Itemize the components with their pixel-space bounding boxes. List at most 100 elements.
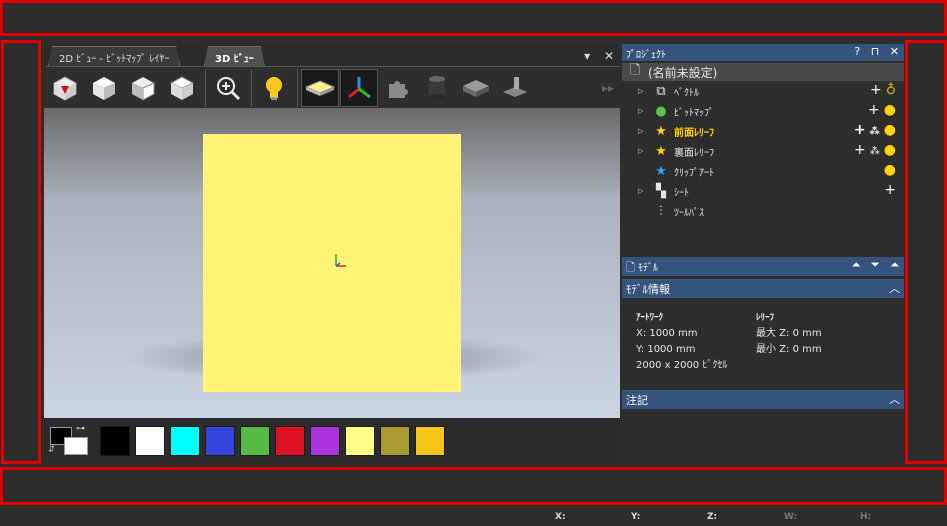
axes-icon	[348, 76, 371, 98]
light-bulb-icon	[266, 76, 282, 100]
right-view-icon	[132, 76, 155, 101]
tree-item-clipart[interactable]: ★ ｸﾘｯﾌﾟｱｰﾄ ●	[622, 161, 904, 181]
bitmap-icon: ●	[655, 103, 667, 119]
add-icon[interactable]: +	[854, 142, 870, 158]
iso-view-button[interactable]	[46, 69, 84, 107]
status-z: Z:	[707, 512, 718, 522]
color-swatch[interactable]	[240, 426, 270, 456]
tree-item-actions: +⁂●	[854, 122, 900, 138]
left-toolbar-region	[1, 40, 41, 464]
document-icon: 🗋	[629, 63, 641, 78]
tree-item-back-relief[interactable]: ▷ ★ 裏面ﾚﾘｰﾌ +⁂●	[622, 141, 904, 161]
expand-icon[interactable]: ▷	[638, 187, 648, 195]
link-colors-icon[interactable]: ⊶	[76, 424, 85, 434]
chevron-up-icon[interactable]: ︿	[889, 391, 900, 407]
zoom-button[interactable]	[209, 69, 247, 107]
close-view-icon[interactable]: ✕	[604, 49, 614, 63]
right-view-button[interactable]	[124, 69, 162, 107]
artwork-y: Y: 1000 mm	[636, 344, 696, 355]
toolbar-overflow-icon[interactable]: ▸▸	[602, 81, 614, 95]
add-icon[interactable]: +	[884, 182, 900, 198]
block-button[interactable]	[457, 69, 495, 107]
tab-menu-icon[interactable]: ▾	[584, 49, 590, 63]
show-axes-button[interactable]	[340, 68, 378, 107]
expand-icon[interactable]: ▷	[638, 127, 648, 135]
visibility-bulb-icon[interactable]: ♁	[886, 82, 900, 98]
color-swatch[interactable]	[170, 426, 200, 456]
color-swatch[interactable]	[415, 426, 445, 456]
expand-icon[interactable]: ▷	[638, 107, 648, 115]
tree-item-front-relief[interactable]: ▷ ★ 前面ﾚﾘｰﾌ +⁂●	[622, 121, 904, 141]
color-swatch[interactable]	[310, 426, 340, 456]
star-icon: ★	[655, 123, 667, 139]
expand-icon[interactable]: ▷	[638, 147, 648, 155]
relief-min-z: 最小 Z: 0 mm	[756, 344, 822, 355]
move-up-icon[interactable]: ⏶	[852, 258, 861, 271]
expand-icon[interactable]: ▷	[638, 87, 648, 95]
close-icon[interactable]: ✕	[890, 45, 899, 58]
add-icon[interactable]: +	[854, 122, 870, 138]
toolbar-divider	[205, 68, 206, 107]
lighting-button[interactable]	[255, 69, 293, 107]
add-icon[interactable]: +	[870, 82, 886, 98]
add-icon[interactable]: +	[868, 102, 884, 118]
move-down-icon[interactable]: ⏷	[871, 258, 880, 271]
tree-item-bitmap[interactable]: ▷ ● ﾋﾞｯﾄﾏｯﾌﾟ +●	[622, 101, 904, 121]
artwork-info: ｱｰﾄﾜｰｸ X: 1000 mm Y: 1000 mm 2000 x 2000…	[636, 310, 727, 374]
collapse-icon[interactable]: ⏶	[890, 258, 899, 271]
tree-item-sheet[interactable]: ▷ ▚ ｼｰﾄ +	[622, 181, 904, 201]
pin-icon[interactable]: ⊓	[871, 45, 880, 58]
zoom-icon	[217, 76, 241, 100]
tree-item-actions: ●	[884, 162, 900, 178]
add-layer-icon[interactable]: ⁂	[870, 146, 884, 157]
help-icon[interactable]: ?	[854, 45, 860, 58]
project-panel: ﾌﾟﾛｼﾞｪｸﾄ ? ⊓ ✕ 🗋 (名前未設定) ▷ ⧉ ﾍﾞｸﾄﾙ +♁ ▷ …	[622, 44, 904, 462]
tree-item-label: ﾋﾞｯﾄﾏｯﾌﾟ	[674, 107, 714, 119]
color-swatch[interactable]	[100, 426, 130, 456]
color-swatch[interactable]	[135, 426, 165, 456]
tree-root[interactable]: 🗋 (名前未設定)	[622, 63, 904, 81]
artwork-pixels: 2000 x 2000 ﾋﾟｸｾﾙ	[636, 360, 728, 371]
origin-axes-icon	[335, 254, 346, 267]
tree-item-label: ｼｰﾄ	[674, 187, 689, 199]
relief-info: ﾚﾘｰﾌ 最大 Z: 0 mm 最小 Z: 0 mm	[756, 310, 822, 358]
chevron-up-icon[interactable]: ︿	[889, 280, 900, 296]
background-color[interactable]	[64, 437, 88, 455]
tab-2d-view[interactable]: 2D ﾋﾞｭｰ - ﾋﾞｯﾄﾏｯﾌﾟ ﾚｲﾔｰ	[48, 46, 180, 66]
visibility-bulb-icon[interactable]: ●	[884, 102, 900, 118]
toolpath-preview-button[interactable]	[496, 69, 534, 107]
tree-item-toolpath[interactable]: ⫶ ﾂｰﾙﾊﾟｽ	[622, 201, 904, 221]
front-view-button[interactable]	[85, 69, 123, 107]
visibility-bulb-icon[interactable]: ●	[884, 122, 900, 138]
color-swatch[interactable]	[380, 426, 410, 456]
color-swatch[interactable]	[205, 426, 235, 456]
vector-icon: ⧉	[656, 83, 666, 99]
tree-item-actions: +●	[868, 102, 900, 118]
model-info-title: ﾓﾃﾞﾙ情報	[626, 283, 670, 296]
component-button[interactable]	[379, 69, 417, 107]
top-view-button[interactable]	[163, 69, 201, 107]
visibility-bulb-icon[interactable]: ●	[884, 142, 900, 158]
tree-item-label: ﾂｰﾙﾊﾟｽ	[674, 207, 704, 219]
model-info-section: ﾓﾃﾞﾙ情報 ︿ ｱｰﾄﾜｰｸ X: 1000 mm Y: 1000 mm 20…	[622, 279, 904, 409]
toolpath-icon: ⫶	[659, 203, 663, 219]
swap-colors-icon[interactable]: ⮃	[48, 445, 55, 455]
3d-scene[interactable]	[44, 108, 620, 418]
status-h: H:	[860, 512, 872, 522]
fg-bg-colors[interactable]: ⮃ ⊶	[48, 424, 90, 457]
color-swatch[interactable]	[275, 426, 305, 456]
visibility-bulb-icon[interactable]: ●	[884, 162, 900, 178]
tree-item-vector[interactable]: ▷ ⧉ ﾍﾞｸﾄﾙ +♁	[622, 81, 904, 101]
tab-3d-view[interactable]: 3D ﾋﾞｭｰ	[204, 46, 265, 66]
toolpath-icon	[503, 76, 527, 97]
cylinder-button[interactable]	[418, 69, 456, 107]
show-plate-button[interactable]	[301, 68, 339, 107]
color-swatch[interactable]	[345, 426, 375, 456]
notes-header[interactable]: 注記 ︿	[622, 390, 904, 409]
right-toolbar-region	[905, 40, 947, 464]
swatch-list	[100, 426, 450, 456]
project-panel-title: ﾌﾟﾛｼﾞｪｸﾄ ? ⊓ ✕	[622, 44, 904, 61]
model-info-header[interactable]: ﾓﾃﾞﾙ情報 ︿	[622, 279, 904, 298]
relief-max-z: 最大 Z: 0 mm	[756, 328, 822, 339]
add-layer-icon[interactable]: ⁂	[870, 126, 884, 137]
